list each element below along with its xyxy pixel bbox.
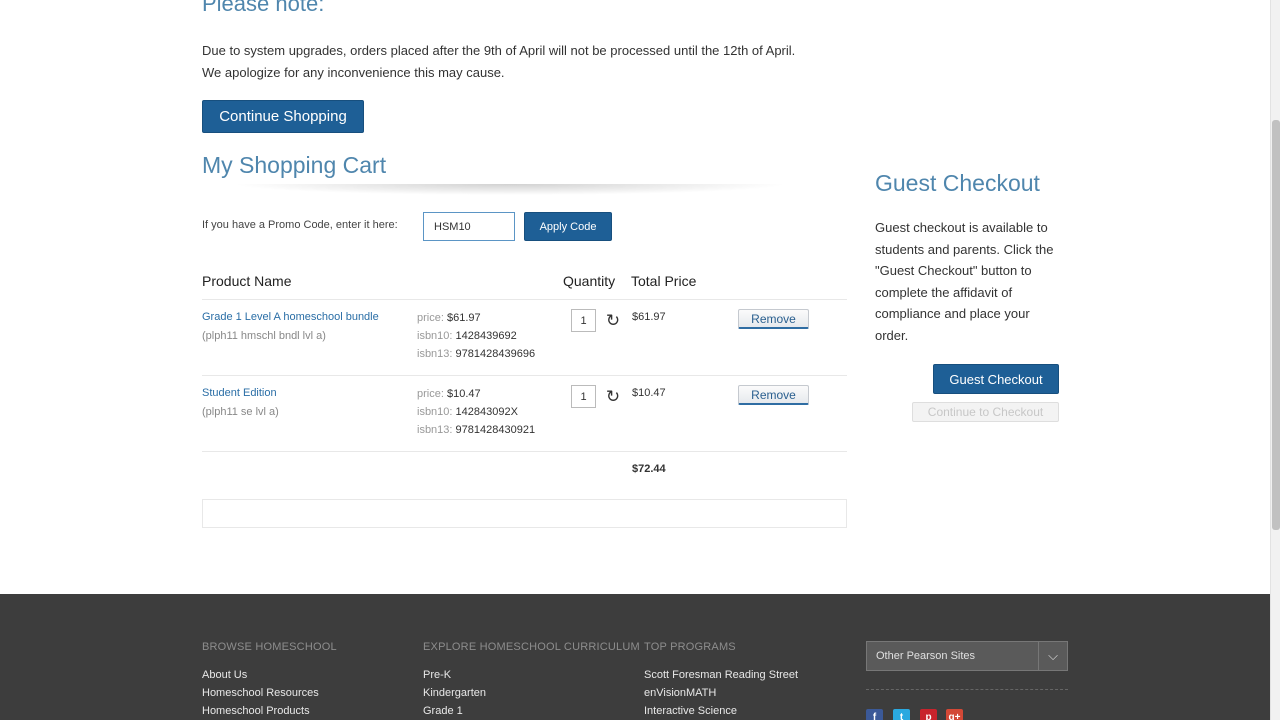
footer-link[interactable]: Grade 1	[423, 702, 486, 720]
scrollbar-thumb[interactable]	[1272, 120, 1280, 530]
footer-link[interactable]: Homeschool Products	[202, 702, 319, 720]
page: Please note: Due to system upgrades, ord…	[0, 0, 1270, 720]
guest-checkout-text: Guest checkout is available to students …	[875, 220, 1054, 343]
footer-heading-programs: Top Programs	[644, 641, 736, 653]
header-product-name: Product Name	[202, 273, 292, 289]
isbn10-value: 142843092X	[455, 406, 518, 418]
price-value: $61.97	[446, 312, 481, 324]
product-code: (plph11 hmschl bndl lvl a)	[202, 330, 326, 342]
header-total-price: Total Price	[631, 273, 697, 289]
product-meta: price: $10.47 isbn10: 142843092X isbn13:…	[417, 385, 535, 439]
product-link[interactable]: Student Edition	[202, 387, 277, 399]
footer-link[interactable]: enVisionMATH	[644, 684, 798, 702]
price-key: price:	[417, 312, 444, 324]
isbn13-key: isbn13:	[417, 348, 453, 360]
cart-title: My Shopping Cart	[202, 152, 387, 178]
product-link[interactable]: Grade 1 Level A homeschool bundle	[202, 311, 379, 323]
price-value: $10.47	[446, 388, 481, 400]
select-value: Other Pearson Sites	[876, 650, 976, 662]
guest-checkout-title: Guest Checkout	[875, 170, 1040, 196]
notice-heading: Please note:	[202, 0, 325, 16]
row-total-price: $10.47	[632, 387, 666, 399]
footer: Browse Homeschool About Us Homeschool Re…	[0, 594, 1270, 720]
guest-checkout-button[interactable]: Guest Checkout	[933, 364, 1059, 394]
quantity-input[interactable]	[571, 309, 596, 332]
isbn10-key: isbn10:	[417, 330, 453, 342]
notice-line-1: Due to system upgrades, orders placed af…	[202, 43, 796, 58]
apply-code-button[interactable]: Apply Code	[524, 212, 612, 241]
isbn10-key: isbn10:	[417, 406, 453, 418]
footer-link[interactable]: Interactive Science	[644, 702, 798, 720]
header-quantity: Quantity	[563, 273, 616, 289]
row-divider	[202, 299, 847, 300]
footer-divider	[866, 689, 1068, 690]
product-code: (plph11 se lvl a)	[202, 406, 279, 418]
footer-heading-curriculum: Explore Homeschool Curriculum	[423, 641, 640, 653]
promo-label: If you have a Promo Code, enter it here:	[202, 219, 398, 231]
footer-links-browse: About Us Homeschool Resources Homeschool…	[202, 666, 319, 720]
cart-title-divider	[210, 184, 810, 196]
remove-button[interactable]: Remove	[738, 385, 809, 405]
footer-link[interactable]: Pre-K	[423, 666, 486, 684]
quantity-input[interactable]	[571, 385, 596, 408]
continue-to-checkout-button[interactable]: Continue to Checkout	[912, 402, 1059, 422]
facebook-icon[interactable]: f	[866, 709, 883, 720]
chevron-down-icon: ⌵	[1038, 642, 1067, 670]
footer-link[interactable]: Homeschool Resources	[202, 684, 319, 702]
footer-link[interactable]: Kindergarten	[423, 684, 486, 702]
isbn13-value: 9781428439696	[455, 348, 536, 360]
isbn13-value: 9781428430921	[455, 424, 536, 436]
notice-text: Due to system upgrades, orders placed af…	[202, 40, 862, 84]
continue-shopping-button[interactable]: Continue Shopping	[202, 100, 364, 133]
page-scrollbar[interactable]	[1270, 0, 1280, 720]
footer-links-programs: Scott Foresman Reading Street enVisionMA…	[644, 666, 798, 720]
price-key: price:	[417, 388, 444, 400]
row-divider	[202, 375, 847, 376]
isbn10-value: 1428439692	[455, 330, 517, 342]
product-meta: price: $61.97 isbn10: 1428439692 isbn13:…	[417, 309, 535, 363]
pinterest-icon[interactable]: p	[920, 709, 937, 720]
footer-link[interactable]: About Us	[202, 666, 319, 684]
isbn13-key: isbn13:	[417, 424, 453, 436]
promo-code-input[interactable]	[423, 212, 515, 241]
row-divider	[202, 451, 847, 452]
cart-footer-box	[202, 499, 847, 528]
notice-line-2: We apologize for any inconvenience this …	[202, 65, 505, 80]
footer-link[interactable]: Scott Foresman Reading Street	[644, 666, 798, 684]
footer-heading-browse: Browse Homeschool	[202, 641, 337, 653]
twitter-icon[interactable]: t	[893, 709, 910, 720]
google-plus-icon[interactable]: g+	[946, 709, 963, 720]
refresh-icon[interactable]: ↻	[603, 311, 623, 331]
refresh-icon[interactable]: ↻	[603, 387, 623, 407]
remove-button[interactable]: Remove	[738, 309, 809, 329]
other-sites-select[interactable]: Other Pearson Sites ⌵	[866, 641, 1068, 671]
cart-grand-total: $72.44	[632, 463, 666, 475]
footer-links-curriculum: Pre-K Kindergarten Grade 1	[423, 666, 486, 720]
row-total-price: $61.97	[632, 311, 666, 323]
